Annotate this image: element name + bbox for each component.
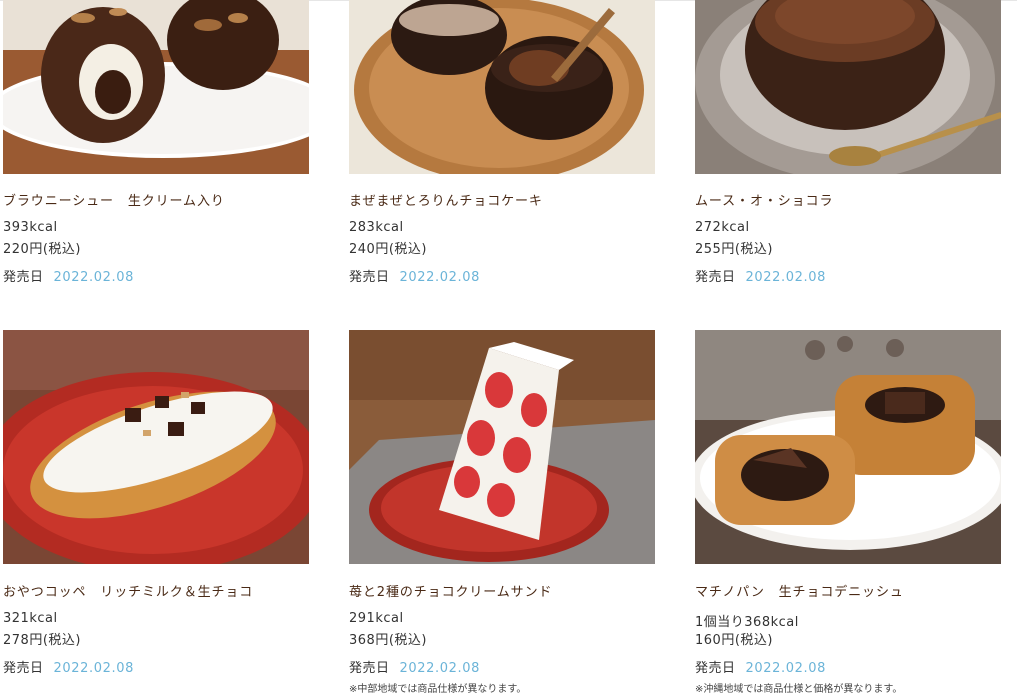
release-label: 発売日 [349, 270, 390, 285]
product-price: 368円(税込) [349, 633, 427, 648]
product-note: ※中部地域では商品仕様が異なります。 [349, 684, 527, 695]
release-info: 発売日 2022.02.08 [695, 266, 826, 285]
product-price: 220円(税込) [3, 242, 81, 257]
release-date: 2022.02.08 [53, 270, 134, 285]
product-price: 278円(税込) [3, 633, 81, 648]
chocolate-mousse-cup-with-spoon-photo [695, 0, 1001, 174]
product-image[interactable] [3, 0, 309, 174]
product-calories: 321kcal [3, 611, 58, 626]
product-calories: 283kcal [349, 220, 404, 235]
release-info: 発売日 2022.02.08 [3, 266, 134, 285]
product-name[interactable]: まぜまぜとろりんチョコケーキ [349, 190, 543, 209]
chocolate-danish-pastry-photo [695, 330, 1001, 564]
chocolate-cake-cups-on-wooden-plate-photo [349, 0, 655, 174]
product-image[interactable] [349, 330, 655, 564]
koppe-bread-with-cream-on-red-plate-photo [3, 330, 309, 564]
release-label: 発売日 [3, 270, 44, 285]
release-label: 発売日 [695, 661, 736, 676]
product-name[interactable]: おやつコッペ リッチミルク＆生チョコ [3, 581, 253, 600]
product-price: 240円(税込) [349, 242, 427, 257]
product-image[interactable] [3, 330, 309, 564]
product-name[interactable]: ブラウニーシュー 生クリーム入り [3, 190, 225, 209]
strawberry-cream-sandwich-photo [349, 330, 655, 564]
product-price: 255円(税込) [695, 242, 773, 257]
product-calories: 291kcal [349, 611, 404, 626]
product-image[interactable] [695, 330, 1001, 564]
product-image[interactable] [695, 0, 1001, 174]
release-date: 2022.02.08 [745, 270, 826, 285]
release-info: 発売日 2022.02.08 [349, 266, 480, 285]
product-name[interactable]: ムース・オ・ショコラ [695, 190, 833, 209]
brownie-choux-cream-puff-photo [3, 0, 309, 174]
release-label: 発売日 [695, 270, 736, 285]
product-calories: 393kcal [3, 220, 58, 235]
release-info: 発売日 2022.02.08 [695, 657, 826, 676]
release-info: 発売日 2022.02.08 [3, 657, 134, 676]
product-calories: 272kcal [695, 220, 750, 235]
release-date: 2022.02.08 [745, 661, 826, 676]
release-date: 2022.02.08 [399, 270, 480, 285]
product-note: ※沖縄地域では商品仕様と価格が異なります。 [695, 684, 903, 695]
product-name[interactable]: マチノパン 生チョコデニッシュ [695, 581, 904, 600]
product-price: 160円(税込) [695, 633, 773, 648]
release-info: 発売日 2022.02.08 [349, 657, 480, 676]
release-date: 2022.02.08 [399, 661, 480, 676]
release-label: 発売日 [349, 661, 390, 676]
product-name[interactable]: 苺と2種のチョコクリームサンド [349, 581, 552, 600]
release-label: 発売日 [3, 661, 44, 676]
product-calories: 1個当り368kcal [695, 615, 799, 630]
product-image[interactable] [349, 0, 655, 174]
release-date: 2022.02.08 [53, 661, 134, 676]
